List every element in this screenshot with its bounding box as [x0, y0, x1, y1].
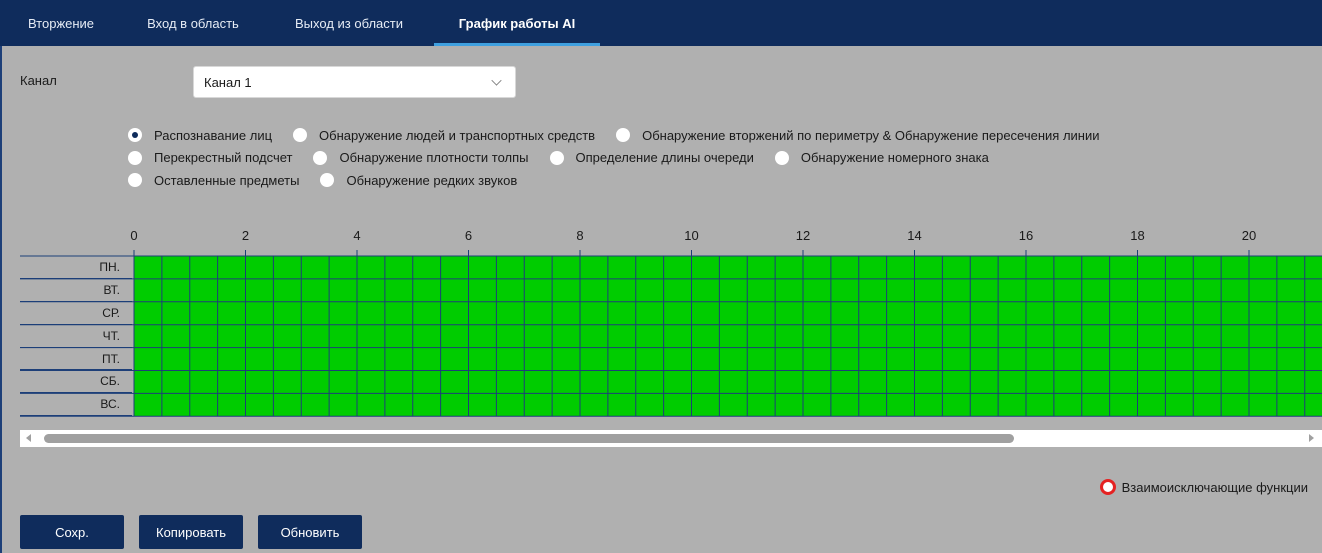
- tab-intrusion[interactable]: Вторжение: [0, 0, 122, 46]
- tab-bar: Вторжение Вход в область Выход из област…: [0, 0, 1322, 46]
- scroll-left-arrow-icon[interactable]: [26, 434, 31, 442]
- scroll-right-arrow-icon[interactable]: [1309, 434, 1314, 442]
- red-ring-icon: [1099, 479, 1116, 495]
- option-row: Перекрестный подсчет Обнаружение плотнос…: [128, 147, 1308, 170]
- copy-button[interactable]: Копировать: [139, 515, 243, 549]
- horizontal-scrollbar[interactable]: [20, 430, 1322, 447]
- ai-function-options: Распознавание лиц Обнаружение людей и тр…: [128, 124, 1308, 192]
- mutual-exclusion-label: Взаимоисключающие функции: [1121, 479, 1308, 495]
- tab-area-exit[interactable]: Выход из области: [264, 0, 434, 46]
- option-human-vehicle-detection[interactable]: Обнаружение людей и транспортных средств: [293, 128, 595, 143]
- option-label: Обнаружение людей и транспортных средств: [319, 127, 596, 143]
- option-label: Определение длины очереди: [575, 150, 754, 166]
- tab-ai-schedule[interactable]: График работы AI: [434, 0, 600, 46]
- day-schedule-bar[interactable]: [134, 301, 1322, 325]
- mutual-exclusion-indicator[interactable]: Взаимоисключающие функции: [1099, 479, 1308, 495]
- day-schedule-bar[interactable]: [134, 347, 1322, 371]
- radio-icon: [313, 150, 328, 165]
- option-label: Перекрестный подсчет: [154, 150, 293, 166]
- radio-icon: [549, 150, 564, 165]
- option-crowd-density[interactable]: Обнаружение плотности толпы: [313, 150, 529, 166]
- chevron-down-icon: [491, 75, 502, 86]
- schedule-grid[interactable]: [0, 220, 1322, 420]
- option-row: Распознавание лиц Обнаружение людей и тр…: [128, 124, 1308, 147]
- option-rare-sound[interactable]: Обнаружение редких звуков: [320, 173, 517, 188]
- option-license-plate[interactable]: Обнаружение номерного знака: [774, 150, 989, 166]
- radio-checked-icon: [128, 128, 142, 143]
- radio-icon: [616, 128, 631, 143]
- option-face-recognition[interactable]: Распознавание лиц: [128, 128, 272, 143]
- day-schedule-bar[interactable]: [134, 256, 1322, 279]
- scrollbar-thumb[interactable]: [44, 434, 1014, 443]
- radio-icon: [320, 173, 335, 188]
- day-schedule-bar[interactable]: [134, 393, 1322, 417]
- option-label: Обнаружение редких звуков: [346, 172, 518, 188]
- channel-label: Канал: [20, 73, 57, 88]
- radio-icon: [128, 150, 142, 165]
- option-perimeter-line-crossing[interactable]: Обнаружение вторжений по периметру & Обн…: [616, 127, 1100, 143]
- day-schedule-bar[interactable]: [134, 278, 1322, 302]
- save-button[interactable]: Сохр.: [20, 515, 124, 549]
- option-label: Обнаружение номерного знака: [800, 150, 989, 166]
- option-label: Распознавание лиц: [154, 127, 273, 143]
- option-label: Обнаружение плотности толпы: [339, 150, 529, 166]
- radio-icon: [774, 150, 789, 165]
- option-row: Оставленные предметы Обнаружение редких …: [128, 169, 1308, 192]
- day-schedule-bar[interactable]: [134, 324, 1322, 348]
- option-cross-counting[interactable]: Перекрестный подсчет: [128, 150, 292, 165]
- day-schedule-bar[interactable]: [134, 370, 1322, 394]
- channel-value: Канал 1: [204, 74, 252, 90]
- tab-area-entry[interactable]: Вход в область: [122, 0, 264, 46]
- channel-select[interactable]: Канал 1: [193, 66, 516, 98]
- radio-icon: [128, 173, 142, 188]
- option-abandoned-objects[interactable]: Оставленные предметы: [128, 173, 299, 188]
- option-label: Обнаружение вторжений по периметру & Обн…: [642, 127, 1100, 143]
- option-queue-length[interactable]: Определение длины очереди: [549, 150, 754, 166]
- refresh-button[interactable]: Обновить: [258, 515, 362, 549]
- option-label: Оставленные предметы: [154, 172, 300, 188]
- radio-icon: [293, 128, 308, 143]
